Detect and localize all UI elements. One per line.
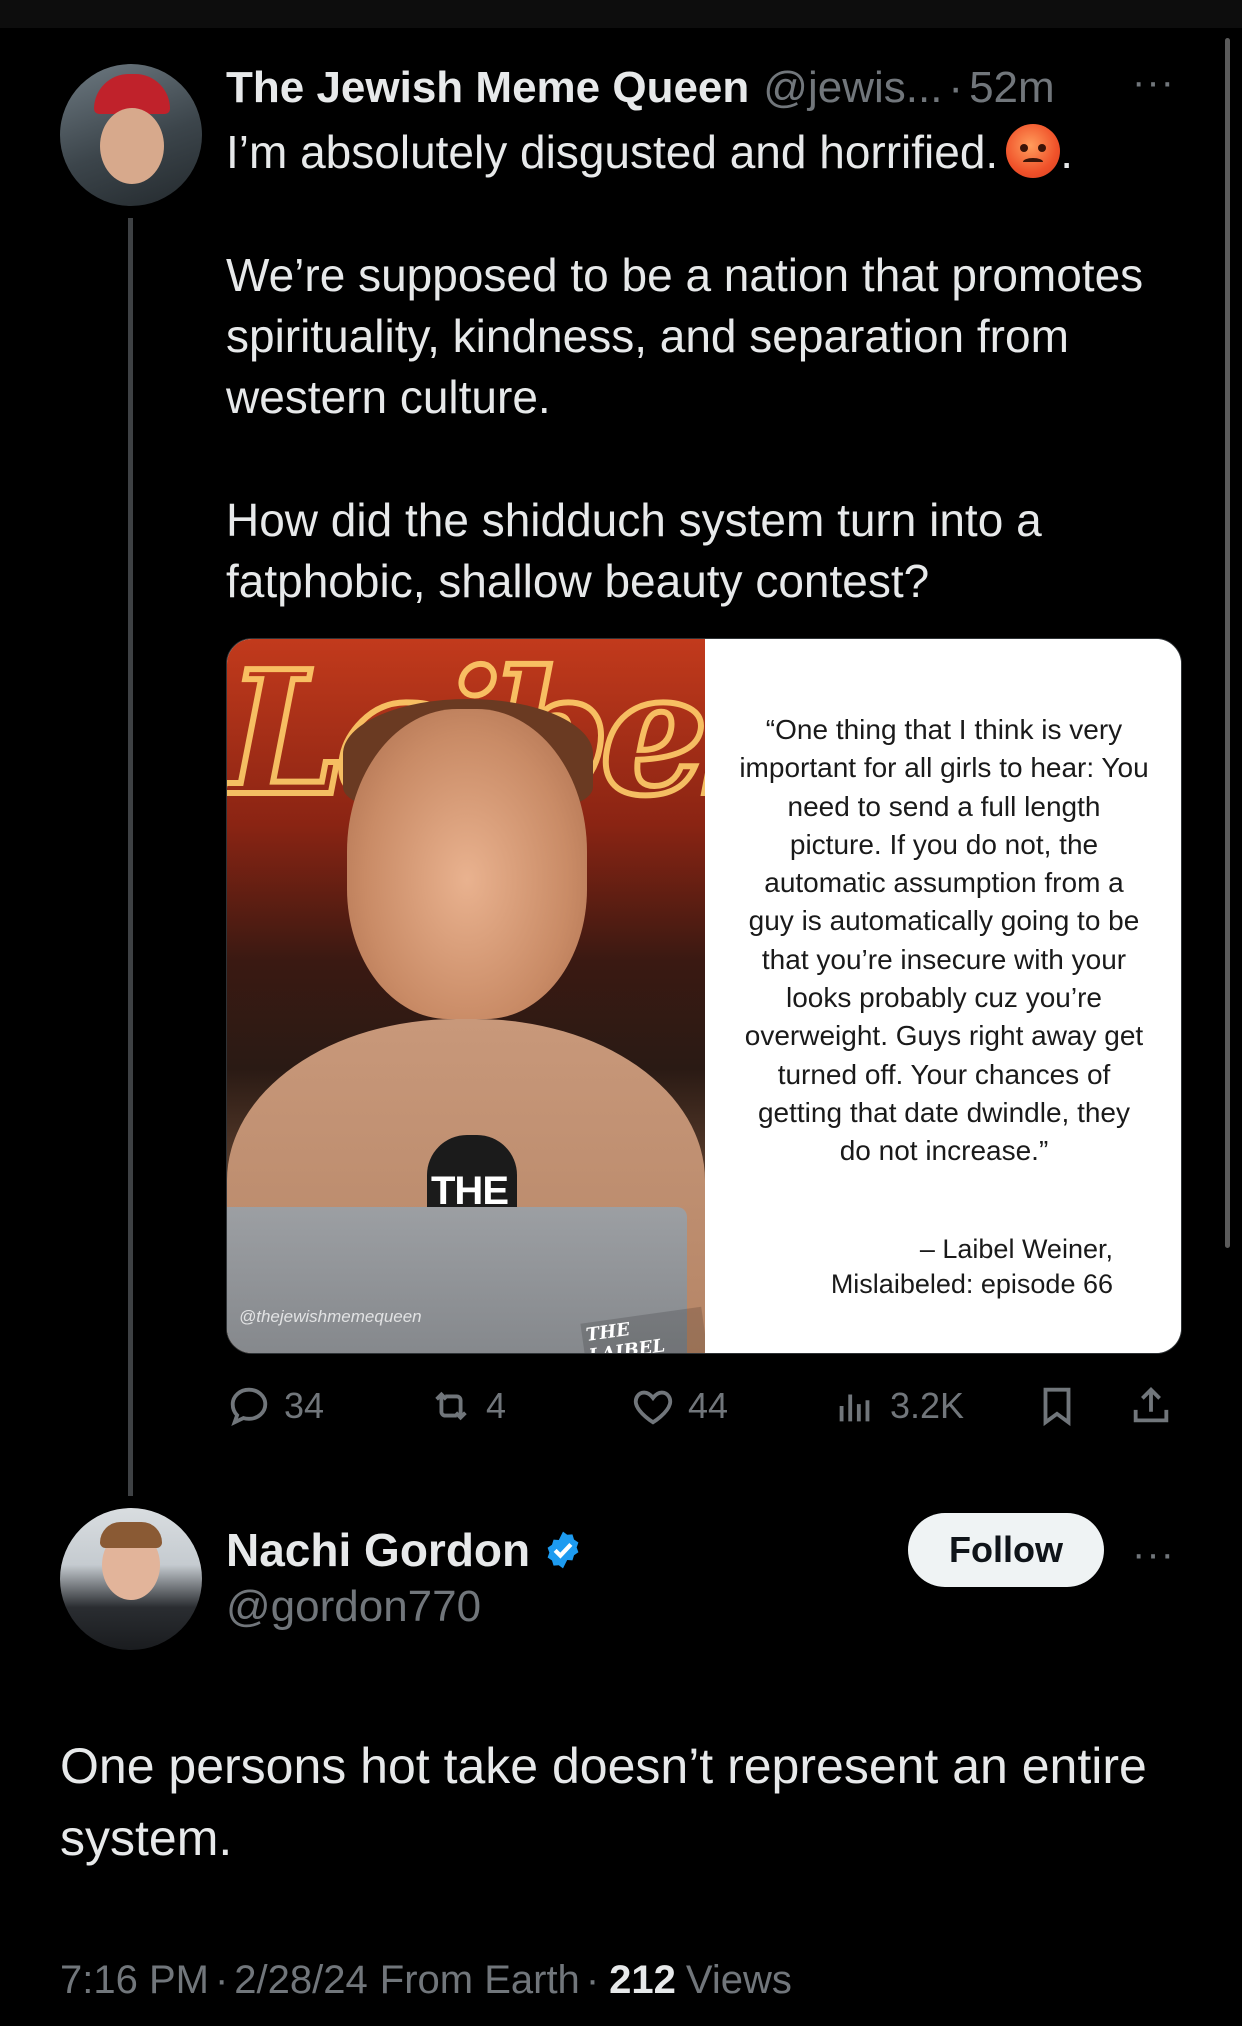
post-paragraph-3: How did the shidduch system turn into a … bbox=[226, 494, 1042, 607]
reply-author-avatar[interactable] bbox=[60, 1508, 202, 1650]
separator: · bbox=[948, 63, 964, 112]
scrollbar[interactable] bbox=[1225, 38, 1230, 1248]
repost-count: 4 bbox=[486, 1385, 507, 1426]
separator: · bbox=[585, 1957, 600, 2002]
reply-author-handle[interactable]: @gordon770 bbox=[226, 1582, 481, 1632]
separator: · bbox=[214, 1957, 229, 2002]
post-actions: 34 4 44 3.2K bbox=[226, 1376, 1186, 1436]
reply-views-count[interactable]: 212 bbox=[609, 1958, 676, 2003]
like-button[interactable]: 44 bbox=[630, 1376, 728, 1436]
more-options-icon[interactable]: ··· bbox=[1132, 62, 1175, 102]
attribution-line-1: – Laibel Weiner, bbox=[919, 1234, 1113, 1264]
bookmark-button[interactable] bbox=[1034, 1376, 1080, 1436]
reply-author-name[interactable]: Nachi Gordon bbox=[226, 1523, 530, 1577]
view-count: 3.2K bbox=[890, 1385, 965, 1426]
post-time[interactable]: 52m bbox=[969, 63, 1055, 113]
share-icon bbox=[1133, 1386, 1169, 1423]
author-avatar[interactable] bbox=[60, 64, 202, 206]
post-header: The Jewish Meme Queen @jewis... · 52m bbox=[226, 58, 1055, 118]
reply-header: Nachi Gordon bbox=[226, 1520, 584, 1580]
photo-watermark: @thejewishmemequeen bbox=[239, 1307, 422, 1326]
reply-date[interactable]: 2/28/24 bbox=[234, 1958, 367, 2003]
post-line-1: I’m absolutely disgusted and horrified. bbox=[226, 126, 999, 178]
like-count: 44 bbox=[688, 1385, 729, 1426]
post-text: I’m absolutely disgusted and horrified..… bbox=[226, 122, 1186, 674]
author-name[interactable]: The Jewish Meme Queen bbox=[226, 63, 749, 113]
reply-icon bbox=[230, 1387, 268, 1427]
follow-button[interactable]: Follow bbox=[908, 1513, 1104, 1587]
reply-meta: 7:16 PM · 2/28/24 From Earth · 212 Views bbox=[60, 1952, 792, 2008]
bookmark-icon bbox=[1043, 1387, 1071, 1427]
quote-attribution: – Laibel Weiner, Mislaibeled: episode 66 bbox=[753, 1232, 1113, 1302]
reply-button[interactable]: 34 bbox=[226, 1376, 324, 1436]
photo-head bbox=[347, 709, 587, 1019]
views-chart-icon bbox=[839, 1394, 870, 1422]
avatar-face bbox=[100, 108, 164, 184]
status-bar bbox=[0, 0, 1242, 28]
reply-views-label: Views bbox=[685, 1957, 792, 2002]
reply-count: 34 bbox=[284, 1385, 325, 1426]
reply-text: One persons hot take doesn’t represent a… bbox=[60, 1738, 1147, 1866]
verified-badge-icon bbox=[547, 1531, 579, 1569]
angry-face-icon bbox=[1006, 124, 1061, 178]
media-photo: Laibel THE @thejewishmemequeen THE LAIBE… bbox=[227, 639, 705, 1353]
heart-icon bbox=[633, 1390, 673, 1425]
quote-panel: “One thing that I think is very importan… bbox=[705, 639, 1181, 1353]
repost-button[interactable]: 4 bbox=[428, 1376, 506, 1436]
attribution-line-2: Mislaibeled: episode 66 bbox=[830, 1269, 1113, 1299]
quote-text: “One thing that I think is very importan… bbox=[739, 714, 1149, 1167]
reply-source: From Earth bbox=[379, 1957, 580, 2002]
repost-icon bbox=[435, 1391, 467, 1421]
reply-time[interactable]: 7:16 PM bbox=[60, 1958, 209, 2003]
author-handle[interactable]: @jewis... bbox=[763, 63, 942, 113]
post-media-card[interactable]: Laibel THE @thejewishmemequeen THE LAIBE… bbox=[226, 638, 1182, 1354]
share-button[interactable] bbox=[1128, 1376, 1174, 1436]
post-paragraph-2: We’re supposed to be a nation that promo… bbox=[226, 249, 1144, 423]
views-button[interactable]: 3.2K bbox=[832, 1376, 964, 1436]
post-paragraph-1: I’m absolutely disgusted and horrified.. bbox=[226, 122, 1186, 183]
more-options-icon[interactable]: ··· bbox=[1132, 1534, 1175, 1574]
thread-line bbox=[128, 218, 133, 1496]
avatar-hair bbox=[100, 1522, 162, 1548]
post-line-1-end: . bbox=[1060, 126, 1073, 178]
